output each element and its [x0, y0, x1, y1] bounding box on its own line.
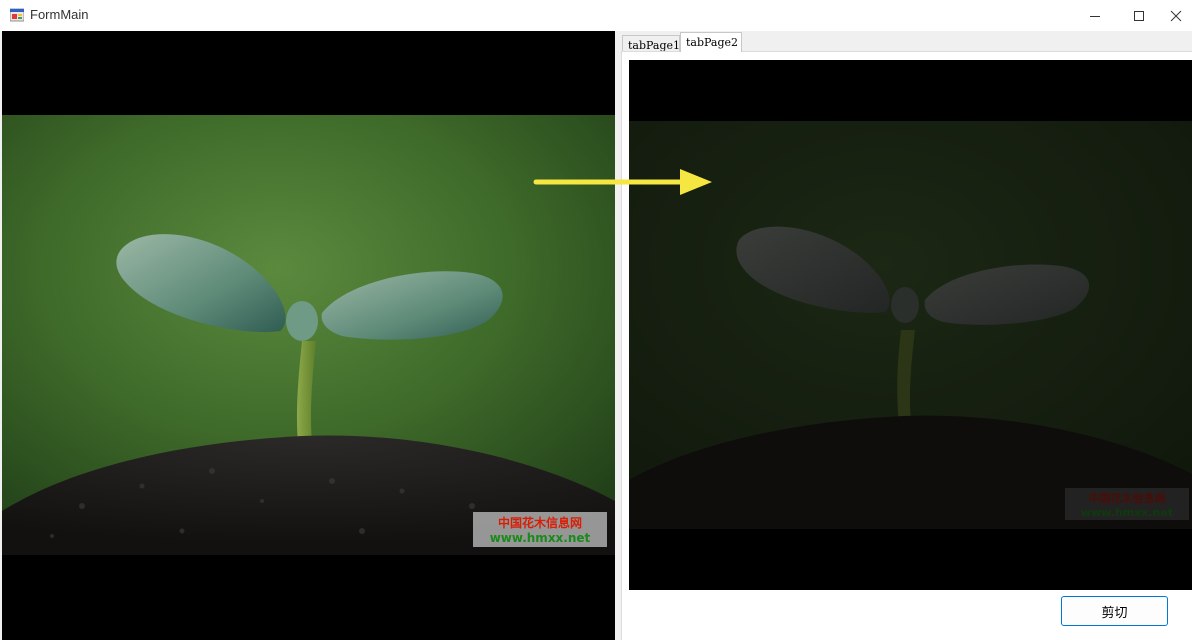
cut-button[interactable]: 剪切 [1061, 596, 1168, 626]
close-icon [1170, 10, 1182, 21]
tab-page1[interactable]: tabPage1 [622, 35, 680, 52]
title-bar[interactable]: FormMain [0, 0, 1192, 31]
seedling-photo-darkened: 中国花木信息网 www.hmxx.net [629, 121, 1192, 529]
tab-page2-content: 中国花木信息网 www.hmxx.net 剪切 [621, 51, 1192, 640]
form-main-window: FormMain 中国花木信息网 www.hmxx.net tabPage1 t… [0, 0, 1192, 640]
watermark-line1: 中国花木信息网 [498, 515, 582, 530]
maximize-icon [1134, 10, 1144, 21]
minimize-button[interactable] [1072, 0, 1118, 31]
tab-control: tabPage1 tabPage2 中国花木信息网 www.hmxx.net 剪… [619, 31, 1192, 640]
minimize-icon [1090, 15, 1100, 17]
watermark-line2: www.hmxx.net [490, 531, 591, 545]
close-button[interactable] [1160, 0, 1192, 31]
maximize-button[interactable] [1116, 0, 1162, 31]
result-picture-box[interactable]: 中国花木信息网 www.hmxx.net [629, 60, 1192, 590]
app-icon [10, 8, 24, 22]
tab-strip: tabPage1 tabPage2 [619, 31, 1192, 52]
window-title: FormMain [30, 7, 89, 22]
source-picture-box[interactable]: 中国花木信息网 www.hmxx.net [2, 31, 615, 640]
watermark-line2-dark: www.hmxx.net [1081, 506, 1173, 519]
tab-page2[interactable]: tabPage2 [680, 32, 742, 52]
watermark-line1-dark: 中国花木信息网 [1089, 491, 1166, 505]
seedling-photo: 中国花木信息网 www.hmxx.net [2, 115, 615, 555]
